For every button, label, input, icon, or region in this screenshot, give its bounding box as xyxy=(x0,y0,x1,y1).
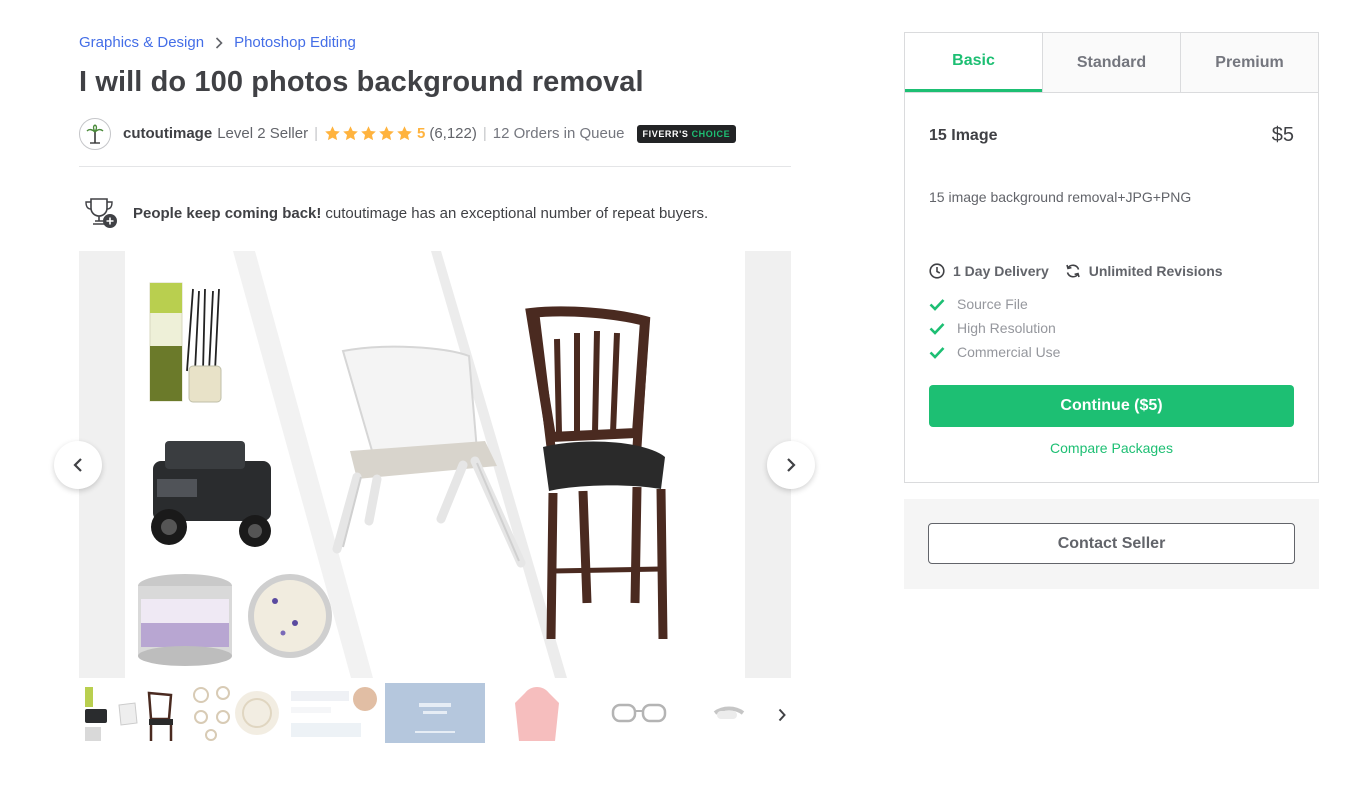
delivery-time: 1 Day Delivery xyxy=(929,263,1049,279)
repeat-buyers-text: cutoutimage has an exceptional number of… xyxy=(325,204,709,222)
feature-label: Commercial Use xyxy=(957,344,1061,360)
star-icon xyxy=(343,126,358,141)
trophy-icon xyxy=(85,198,117,228)
gallery-thumbnails xyxy=(79,683,791,743)
feature-label: High Resolution xyxy=(957,320,1056,336)
revisions-label: Unlimited Revisions xyxy=(1088,263,1223,279)
gallery-thumbnail[interactable] xyxy=(385,683,485,743)
gallery-next-button[interactable] xyxy=(767,441,815,489)
clock-icon xyxy=(929,263,945,279)
gallery-thumbnail[interactable] xyxy=(181,683,281,743)
tab-premium[interactable]: Premium xyxy=(1180,33,1318,92)
revisions: Unlimited Revisions xyxy=(1065,263,1223,279)
refresh-icon xyxy=(1065,264,1080,278)
compare-packages-link[interactable]: Compare Packages xyxy=(929,440,1294,456)
seller-overview: cutoutimage Level 2 Seller | 5 (6,122) |… xyxy=(79,117,737,150)
package-panel: Basic Standard Premium 15 Image $5 15 im… xyxy=(904,32,1319,483)
package-name: 15 Image xyxy=(929,126,998,144)
gig-title: I will do 100 photos background removal xyxy=(79,66,644,98)
gallery-thumbnail[interactable] xyxy=(487,683,587,743)
orders-in-queue: 12 Orders in Queue xyxy=(492,125,625,142)
repeat-buyers-banner: People keep coming back! cutoutimage has… xyxy=(83,196,708,230)
seller-level: Level 2 Seller xyxy=(217,125,309,142)
tab-standard[interactable]: Standard xyxy=(1042,33,1180,92)
chevron-right-icon xyxy=(215,36,223,49)
badge-suffix: CHOICE xyxy=(691,128,731,139)
package-header: 15 Image $5 xyxy=(929,124,1294,147)
star-rating[interactable] xyxy=(324,125,413,142)
chevron-right-icon xyxy=(787,458,796,472)
contact-panel: Contact Seller xyxy=(904,499,1319,589)
thumbnails-next-button[interactable] xyxy=(773,703,791,727)
star-icon xyxy=(325,126,340,141)
contact-seller-button[interactable]: Contact Seller xyxy=(928,523,1295,564)
breadcrumb-photoshop-editing[interactable]: Photoshop Editing xyxy=(234,34,356,51)
package-tabs: Basic Standard Premium xyxy=(905,33,1318,93)
star-icon xyxy=(379,126,394,141)
chevron-right-icon xyxy=(778,708,786,722)
palm-logo-icon xyxy=(86,123,104,144)
gallery-thumbnail[interactable] xyxy=(79,683,179,743)
feature-item: Commercial Use xyxy=(929,340,1294,364)
review-count[interactable]: (6,122) xyxy=(429,125,477,142)
seller-avatar[interactable] xyxy=(79,117,111,150)
gallery-prev-button[interactable] xyxy=(54,441,102,489)
continue-button[interactable]: Continue ($5) xyxy=(929,385,1294,427)
badge-prefix: FIVERR'S xyxy=(642,128,689,139)
breadcrumb-graphics-design[interactable]: Graphics & Design xyxy=(79,34,204,51)
star-icon xyxy=(361,126,376,141)
gig-gallery[interactable] xyxy=(79,251,791,678)
tab-basic[interactable]: Basic xyxy=(905,33,1042,92)
check-icon xyxy=(929,298,945,311)
breadcrumb: Graphics & Design Photoshop Editing xyxy=(79,34,356,51)
package-content: 15 Image $5 15 image background removal+… xyxy=(905,124,1318,456)
separator: | xyxy=(482,125,487,142)
feature-list: Source File High Resolution Commercial U… xyxy=(929,292,1294,364)
feature-label: Source File xyxy=(957,296,1028,312)
gallery-thumbnail[interactable] xyxy=(589,683,689,743)
check-icon xyxy=(929,346,945,359)
fiverrs-choice-badge: FIVERR'S CHOICE xyxy=(636,124,737,143)
separator: | xyxy=(314,125,318,142)
feature-item: High Resolution xyxy=(929,316,1294,340)
package-meta: 1 Day Delivery Unlimited Revisions xyxy=(929,263,1294,279)
gallery-thumbnail[interactable] xyxy=(283,683,383,743)
rating-score: 5 xyxy=(416,125,426,142)
package-description: 15 image background removal+JPG+PNG xyxy=(929,189,1192,205)
feature-item: Source File xyxy=(929,292,1294,316)
delivery-label: 1 Day Delivery xyxy=(953,263,1049,279)
repeat-buyers-headline: People keep coming back! xyxy=(133,204,322,222)
check-icon xyxy=(929,322,945,335)
seller-name[interactable]: cutoutimage xyxy=(123,125,212,142)
package-price: $5 xyxy=(1271,124,1294,146)
star-icon xyxy=(397,126,412,141)
gallery-main-image[interactable] xyxy=(125,251,745,678)
divider xyxy=(79,166,791,167)
chevron-left-icon xyxy=(73,458,82,472)
